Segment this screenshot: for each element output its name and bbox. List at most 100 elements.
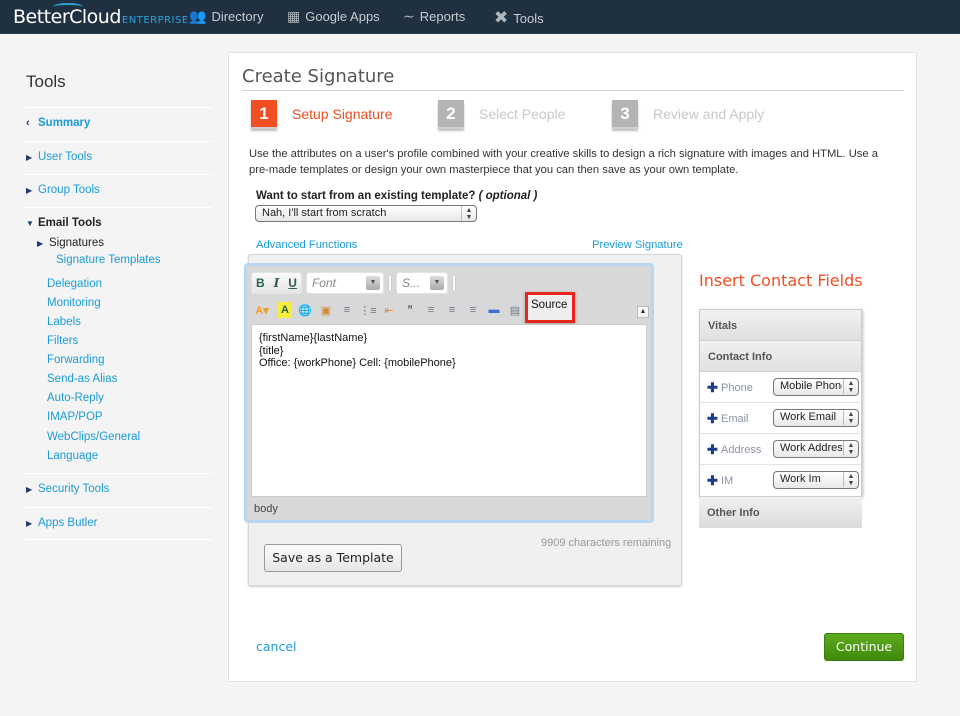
- background-color-icon[interactable]: A: [278, 302, 292, 318]
- step-number-badge: 1: [251, 100, 277, 127]
- bettercloud-logo[interactable]: BetterCloudENTERPRISE: [13, 6, 189, 28]
- select-arrows-icon: ▲▼: [843, 472, 858, 487]
- nav-reports[interactable]: ∼ Reports: [403, 8, 465, 25]
- sidebar-item-summary[interactable]: ‹ Summary: [26, 117, 90, 129]
- chart-icon: ∼: [403, 8, 415, 25]
- sidebar-item-label: Summary: [38, 117, 90, 129]
- element-path[interactable]: body: [254, 503, 278, 515]
- top-navigation-bar: BetterCloudENTERPRISE 👥 Directory ▦ Goog…: [0, 0, 960, 34]
- image-icon[interactable]: ▣: [318, 302, 334, 318]
- plus-icon[interactable]: ✚: [707, 380, 718, 396]
- underline-button[interactable]: U: [288, 276, 297, 290]
- select-arrows-icon: ▲▼: [843, 441, 858, 456]
- bold-button[interactable]: B: [256, 276, 265, 290]
- sidebar-item-forwarding[interactable]: Forwarding: [47, 354, 105, 366]
- chevron-left-icon: ‹: [26, 117, 32, 129]
- phone-type-select[interactable]: Mobile Phone ▲▼: [773, 378, 859, 396]
- logo-subtext: ENTERPRISE: [122, 15, 189, 26]
- blockquote-icon[interactable]: ”: [402, 302, 418, 318]
- collapse-toolbar-icon[interactable]: ▲: [637, 306, 649, 318]
- sidebar-item-language[interactable]: Language: [47, 450, 98, 462]
- tools-icon: ✖: [494, 8, 508, 28]
- sidebar-item-monitoring[interactable]: Monitoring: [47, 297, 101, 309]
- template-select[interactable]: Nah, I'll start from scratch ▲▼: [255, 205, 477, 222]
- select-arrows-icon: ▲▼: [843, 410, 858, 425]
- sidebar-item-label: Group Tools: [38, 184, 100, 196]
- field-name: Address: [721, 444, 761, 456]
- caret-right-icon: ▶: [26, 153, 32, 162]
- grid-icon: ▦: [287, 8, 300, 25]
- nav-google-apps[interactable]: ▦ Google Apps: [287, 8, 380, 25]
- size-combo-value: S...: [402, 276, 420, 290]
- sidebar-item-labels[interactable]: Labels: [47, 316, 81, 328]
- source-button[interactable]: Source: [525, 292, 575, 323]
- align-center-icon[interactable]: ≡: [444, 302, 460, 318]
- numbered-list-icon[interactable]: ≡: [339, 302, 355, 318]
- field-name: Email: [721, 413, 749, 425]
- signature-content-area[interactable]: {firstName}{lastName} {title} Office: {w…: [251, 324, 647, 497]
- select-arrows-icon: ▲▼: [461, 206, 476, 221]
- bullet-list-icon[interactable]: ⋮≡: [360, 302, 376, 318]
- sidebar-item-auto-reply[interactable]: Auto-Reply: [47, 392, 104, 404]
- contact-info-section-header[interactable]: Contact Info: [700, 341, 861, 372]
- step-number-badge: 3: [612, 100, 638, 127]
- template-icon[interactable]: ▤: [507, 302, 523, 318]
- sidebar-item-group-tools[interactable]: ▶ Group Tools: [26, 184, 100, 196]
- contact-fields-panel: Vitals Contact Info ✚ Phone Mobile Phone…: [699, 309, 862, 497]
- rich-text-editor: B I U Font ▼ S... ▼ A▾ A 🌐 ▣ ≡ ⋮≡ ⇤ ”: [244, 263, 654, 523]
- italic-button[interactable]: I: [274, 276, 280, 290]
- link-globe-icon[interactable]: 🌐: [297, 302, 313, 318]
- sidebar-item-signatures[interactable]: ▶ Signatures: [37, 237, 104, 249]
- sidebar-item-filters[interactable]: Filters: [47, 335, 78, 347]
- sidebar-title: Tools: [26, 72, 66, 92]
- vitals-section-header[interactable]: Vitals: [700, 310, 861, 341]
- sidebar-item-email-tools[interactable]: ▼ Email Tools: [26, 217, 102, 229]
- sidebar-item-user-tools[interactable]: ▶ User Tools: [26, 151, 92, 163]
- size-combo[interactable]: S... ▼: [396, 272, 448, 294]
- other-info-section-header[interactable]: Other Info: [699, 497, 862, 528]
- nav-tools[interactable]: ✖ Tools: [494, 8, 544, 28]
- text-color-icon[interactable]: A▾: [251, 302, 273, 318]
- create-signature-panel: Create Signature 1 Setup Signature 2 Sel…: [228, 52, 917, 682]
- email-type-select[interactable]: Work Email ▲▼: [773, 409, 859, 427]
- preview-signature-link[interactable]: Preview Signature: [592, 239, 683, 251]
- address-type-select[interactable]: Work Address ▲▼: [773, 440, 859, 458]
- divider: [25, 107, 212, 108]
- content-line: {firstName}{lastName}: [259, 332, 639, 345]
- step-label: Select People: [479, 106, 565, 122]
- select-value: Work Email: [780, 410, 842, 425]
- template-question-label: Want to start from an existing template?…: [256, 190, 537, 202]
- step-review-and-apply: 3 Review and Apply: [612, 100, 764, 127]
- sidebar-item-apps-butler[interactable]: ▶ Apps Butler: [26, 517, 97, 529]
- nav-label: Tools: [513, 11, 543, 26]
- field-name: IM: [721, 475, 733, 487]
- outdent-icon[interactable]: ⇤: [381, 302, 397, 318]
- plus-icon[interactable]: ✚: [707, 442, 718, 458]
- align-left-icon[interactable]: ≡: [423, 302, 439, 318]
- save-as-template-button[interactable]: Save as a Template: [264, 544, 402, 572]
- sidebar-item-label: Apps Butler: [38, 517, 97, 529]
- im-type-select[interactable]: Work Im ▲▼: [773, 471, 859, 489]
- eraser-icon[interactable]: ▬: [486, 302, 502, 318]
- contact-field-row-email: ✚ Email Work Email ▲▼: [700, 403, 861, 434]
- sidebar-item-label: Signatures: [49, 237, 104, 249]
- cancel-link[interactable]: cancel: [256, 639, 297, 654]
- sidebar-item-send-as-alias[interactable]: Send-as Alias: [47, 373, 117, 385]
- plus-icon[interactable]: ✚: [707, 411, 718, 427]
- plus-icon[interactable]: ✚: [707, 473, 718, 489]
- nav-directory[interactable]: 👥 Directory: [189, 8, 263, 25]
- sidebar-item-webclips-general[interactable]: WebClips/General: [47, 431, 140, 443]
- sidebar-item-security-tools[interactable]: ▶ Security Tools: [26, 483, 109, 495]
- content-line: {title}: [259, 345, 639, 358]
- align-right-icon[interactable]: ≡: [465, 302, 481, 318]
- sidebar-item-delegation[interactable]: Delegation: [47, 278, 102, 290]
- font-combo[interactable]: Font ▼: [306, 272, 384, 294]
- caret-right-icon: ▶: [26, 485, 32, 494]
- sidebar-item-signature-templates[interactable]: Signature Templates: [56, 254, 161, 266]
- advanced-functions-link[interactable]: Advanced Functions: [256, 239, 357, 251]
- divider: [25, 207, 212, 208]
- sidebar-item-imap-pop[interactable]: IMAP/POP: [47, 411, 103, 423]
- dropdown-arrow-icon: ▼: [366, 276, 380, 290]
- continue-button[interactable]: Continue: [824, 633, 904, 661]
- nav-label: Reports: [420, 9, 466, 24]
